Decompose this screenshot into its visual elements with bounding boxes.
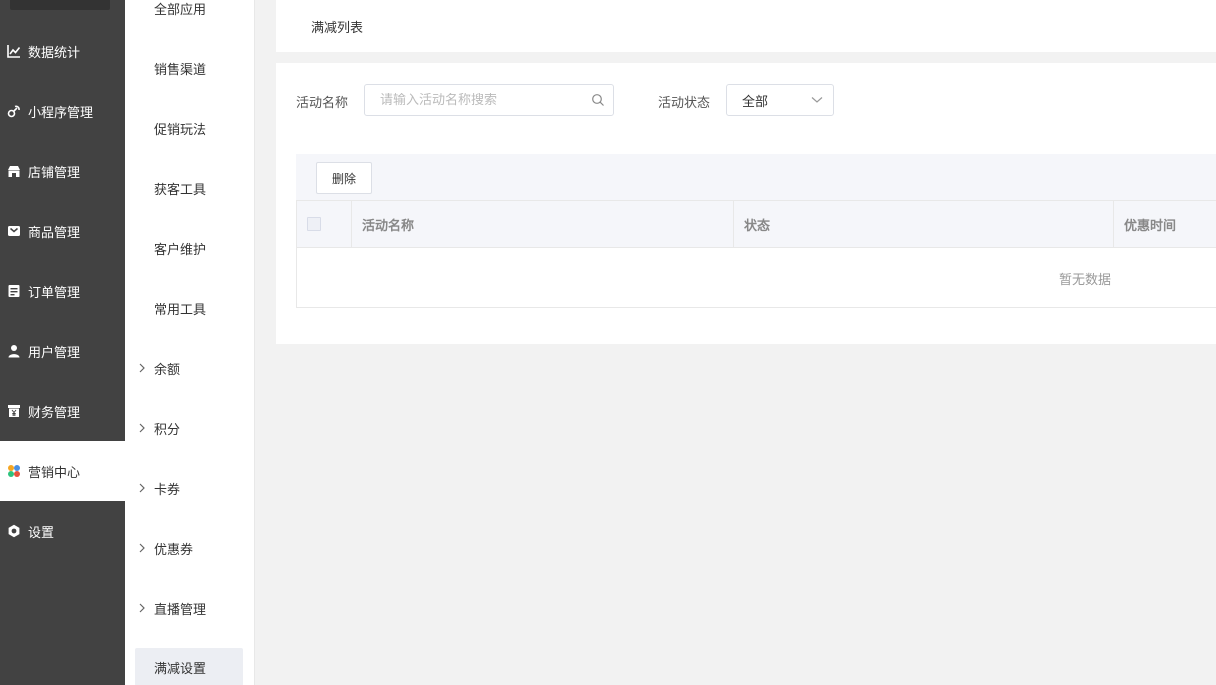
nav2-item-common-tools[interactable]: 常用工具 (135, 289, 243, 327)
marketing-icon (7, 464, 21, 478)
nav-item-settings[interactable]: 设置 (0, 501, 125, 561)
nav-item-label: 商品管理 (28, 225, 81, 241)
nav-item-finance[interactable]: 财务管理 (0, 381, 125, 441)
empty-state-text: 暂无数据 (1059, 273, 1112, 288)
gear-icon (7, 524, 21, 538)
user-icon (7, 344, 21, 358)
nav-item-label: 数据统计 (28, 45, 81, 61)
nav2-item-label: 积分 (154, 422, 181, 438)
table-toolbar: 删除 (296, 154, 1216, 200)
nav2-item-label: 常用工具 (154, 302, 207, 318)
chart-line-icon (7, 44, 21, 58)
chevron-down-icon (811, 93, 823, 108)
order-icon (7, 284, 21, 298)
link-icon (7, 104, 21, 118)
secondary-sidebar: 全部应用 销售渠道 促销玩法 获客工具 客户维护 常用工具 余额 积分 卡券 优… (125, 0, 255, 685)
nav2-item-customer-care[interactable]: 客户维护 (135, 229, 243, 267)
nav-item-stats[interactable]: 数据统计 (0, 21, 125, 81)
nav2-item-label: 获客工具 (154, 182, 207, 198)
nav2-item-cards[interactable]: 卡券 (135, 469, 243, 507)
activity-table: 删除 活动名称 状态 优惠时间 暂无数据 (296, 154, 1216, 308)
nav2-item-label: 客户维护 (154, 242, 207, 258)
nav2-item-full-reduction[interactable]: 满减设置 (135, 648, 243, 685)
tab-full-reduction-list[interactable]: 满减列表 (311, 17, 363, 36)
column-header-activity-name: 活动名称 (352, 201, 734, 247)
chevron-right-icon (138, 423, 154, 433)
chevron-right-icon (138, 543, 154, 553)
nav2-item-label: 促销玩法 (154, 122, 207, 138)
list-panel: 活动名称 活动状态 全部 删除 活动名称 状态 优惠时间 (276, 63, 1216, 344)
nav-item-label: 小程序管理 (28, 105, 94, 121)
nav-item-label: 设置 (28, 525, 55, 541)
activity-status-label: 活动状态 (658, 96, 711, 111)
chevron-right-icon (138, 363, 154, 373)
header-select-cell (297, 201, 352, 247)
nav-item-label: 财务管理 (28, 405, 81, 421)
nav2-item-all-apps[interactable]: 全部应用 (135, 0, 243, 27)
yen-icon (7, 404, 21, 418)
status-select-value: 全部 (742, 94, 769, 110)
logo (10, 0, 110, 10)
column-header-status: 状态 (734, 201, 1114, 247)
box-icon (7, 224, 21, 238)
nav2-item-label: 直播管理 (154, 602, 207, 618)
chevron-right-icon (138, 603, 154, 613)
chevron-right-icon (138, 483, 154, 493)
nav2-item-label: 卡券 (154, 482, 181, 498)
nav2-item-label: 余额 (154, 362, 181, 378)
nav-item-users[interactable]: 用户管理 (0, 321, 125, 381)
activity-name-label: 活动名称 (296, 96, 349, 111)
activity-status-select[interactable]: 全部 (726, 84, 834, 116)
column-header-time: 优惠时间 (1124, 218, 1177, 234)
nav-item-label: 用户管理 (28, 345, 81, 361)
activity-name-search[interactable] (364, 84, 614, 116)
store-icon (7, 164, 21, 178)
nav-item-label: 订单管理 (28, 285, 81, 301)
nav2-item-label: 销售渠道 (154, 62, 207, 78)
nav2-item-promotions[interactable]: 促销玩法 (135, 109, 243, 147)
nav-item-label: 营销中心 (28, 465, 81, 481)
nav2-item-coupons[interactable]: 优惠券 (135, 529, 243, 567)
nav2-item-acquisition[interactable]: 获客工具 (135, 169, 243, 207)
nav-item-label: 店铺管理 (28, 165, 81, 181)
table-header: 活动名称 状态 优惠时间 (296, 200, 1216, 248)
nav2-item-live[interactable]: 直播管理 (135, 589, 243, 627)
nav-item-goods[interactable]: 商品管理 (0, 201, 125, 261)
nav2-item-label: 满减设置 (154, 661, 207, 677)
activity-name-input[interactable] (380, 92, 591, 108)
nav-item-miniprogram[interactable]: 小程序管理 (0, 81, 125, 141)
table-body: 暂无数据 (296, 248, 1216, 308)
primary-sidebar: 数据统计 小程序管理 店铺管理 商品管理 订单管理 用户管理 财务管理 营销中心… (0, 0, 125, 685)
select-all-checkbox[interactable] (307, 217, 321, 231)
search-icon[interactable] (591, 93, 605, 107)
nav2-item-balance[interactable]: 余额 (135, 349, 243, 387)
tab-bar: 满减列表 (276, 0, 1216, 52)
nav-item-orders[interactable]: 订单管理 (0, 261, 125, 321)
nav2-item-sales-channels[interactable]: 销售渠道 (135, 49, 243, 87)
nav-item-store[interactable]: 店铺管理 (0, 141, 125, 201)
delete-button[interactable]: 删除 (316, 162, 372, 194)
nav2-item-label: 优惠券 (154, 542, 194, 558)
nav2-item-points[interactable]: 积分 (135, 409, 243, 447)
nav-item-marketing[interactable]: 营销中心 (0, 441, 125, 501)
nav2-item-label: 全部应用 (154, 2, 207, 18)
